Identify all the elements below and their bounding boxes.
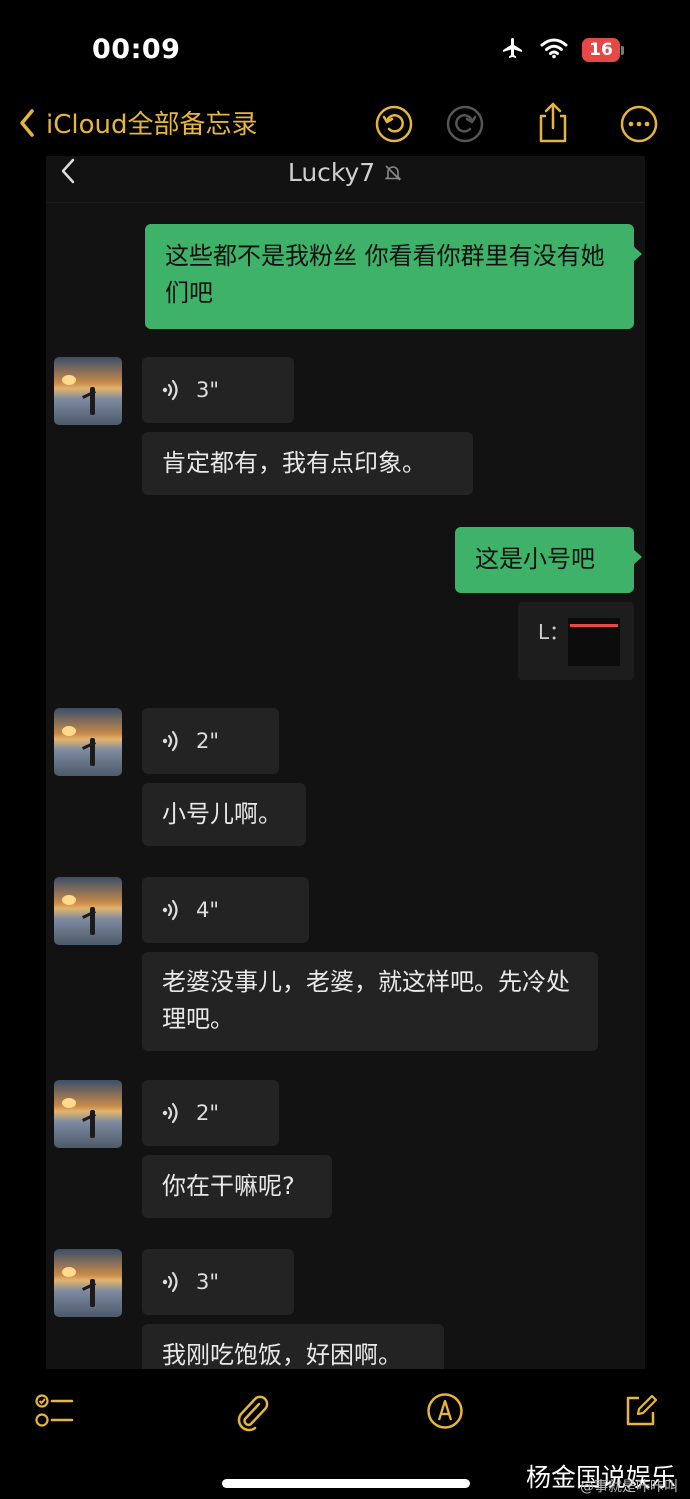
image-message[interactable]: L： [518,602,634,680]
more-icon [620,105,658,143]
back-to-notes-button[interactable]: iCloud全部备忘录 [18,104,258,141]
more-options-button[interactable] [619,104,659,144]
contact-avatar[interactable] [54,708,122,776]
message-text: 这些都不是我粉丝 你看看你群里有没有她们吧 [165,242,605,307]
message-bubble-incoming: 小号儿啊。 [142,783,306,846]
paperclip-icon [237,1395,269,1432]
contact-avatar[interactable] [54,877,122,945]
compose-button[interactable] [622,1392,660,1430]
voice-duration: 2" [196,729,220,753]
compose-icon [626,1394,658,1426]
voice-wave-icon [162,899,178,921]
markup-button[interactable] [426,1392,464,1430]
contact-avatar[interactable] [54,1249,122,1317]
share-button[interactable] [533,100,573,143]
voice-message[interactable]: 3" [142,357,294,423]
voice-wave-icon [162,379,178,401]
checklist-icon [35,1394,74,1427]
message-bubble-incoming: 肯定都有，我有点印象。 [142,432,473,495]
back-label: iCloud全部备忘录 [46,110,258,140]
status-icons: 16 [500,36,624,64]
voice-duration: 2" [196,1101,220,1125]
redo-button[interactable] [445,104,485,144]
undo-button[interactable] [374,104,414,144]
status-time: 00:09 [92,34,181,65]
airplane-mode-icon [500,36,526,64]
message-text: 小号儿啊。 [162,800,282,828]
voice-message[interactable]: 3" [142,1249,294,1315]
message-text: 你在干嘛呢? [162,1172,295,1200]
share-icon [539,102,567,143]
message-bubble-incoming: 你在干嘛呢? [142,1155,332,1218]
message-text: 我刚吃饱饭，好困啊。 [162,1341,402,1369]
message-bubble-outgoing: 这些都不是我粉丝 你看看你群里有没有她们吧 [145,224,642,329]
attachment-button[interactable] [232,1392,270,1432]
undo-icon [375,105,413,143]
pen-tip-icon [427,1393,463,1429]
contact-avatar[interactable] [54,357,122,425]
chat-title: Lucky7 [46,158,645,187]
battery-indicator: 16 [582,38,620,62]
redo-icon [446,105,484,143]
voice-wave-icon [162,730,178,752]
voice-message[interactable]: 2" [142,708,279,774]
mute-bell-icon [384,165,402,181]
message-bubble-incoming: 我刚吃饱饭，好困啊。 [142,1324,444,1369]
home-indicator[interactable] [222,1479,470,1488]
voice-wave-icon [162,1102,178,1124]
message-bubble-outgoing: 这是小号吧 [455,527,642,593]
battery-tip [621,45,624,55]
voice-message[interactable]: 4" [142,877,309,943]
message-bubble-incoming: 老婆没事儿，老婆，就这样吧。先冷处理吧。 [142,952,598,1051]
chevron-left-icon [20,108,34,137]
voice-duration: 4" [196,898,220,922]
voice-duration: 3" [196,378,220,402]
wifi-icon [540,37,568,63]
contact-avatar[interactable] [54,1080,122,1148]
voice-duration: 3" [196,1270,220,1294]
message-text: 肯定都有，我有点印象。 [162,449,426,477]
voice-wave-icon [162,1271,178,1293]
voice-message[interactable]: 2" [142,1080,279,1146]
image-caption: L： [538,620,570,644]
chat-screenshot: Lucky7 这些都不是我粉丝 你看看你群里有没有她们吧 3" 肯定都有，我有点… [46,156,645,1369]
image-thumbnail [568,618,620,666]
chat-header: Lucky7 [46,156,645,203]
watermark-handle: @事就是咔咔叫 [580,1479,678,1495]
chat-title-text: Lucky7 [287,158,376,187]
message-text: 这是小号吧 [475,545,595,573]
checklist-button[interactable] [34,1392,74,1430]
message-text: 老婆没事儿，老婆，就这样吧。先冷处理吧。 [162,968,570,1033]
